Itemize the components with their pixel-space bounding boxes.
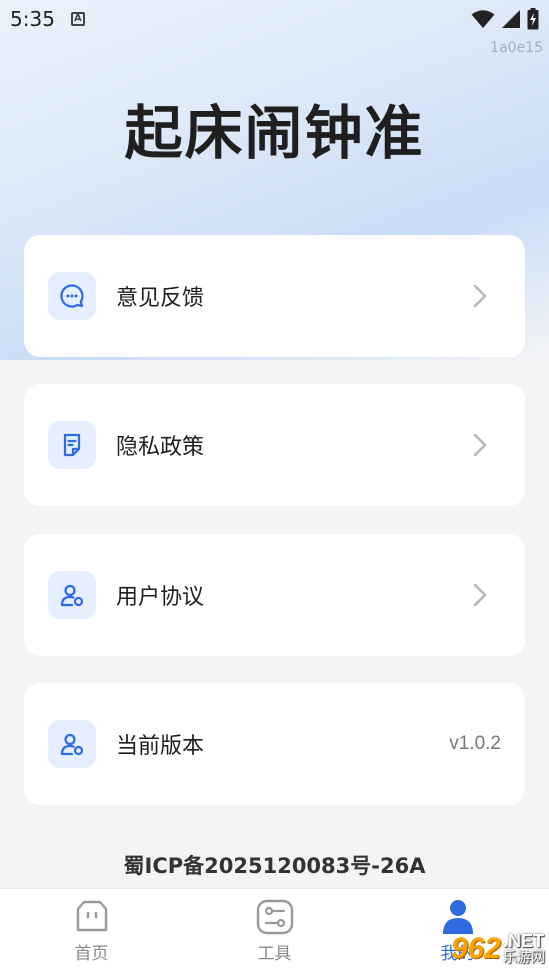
nav-label-home: 首页 (74, 944, 109, 964)
chevron-right-icon (473, 284, 487, 308)
chevron-right-icon (473, 433, 487, 457)
user-agreement-label: 用户协议 (116, 585, 205, 610)
version-value: v1.0.2 (449, 733, 501, 754)
nav-label-tools: 工具 (257, 944, 292, 964)
status-bar: 5:35 A (0, 0, 549, 38)
watermark-logo: 962 (450, 932, 501, 965)
watermark-cn: 乐游网 (503, 950, 545, 966)
privacy-policy-label: 隐私政策 (116, 435, 205, 460)
current-version-label: 当前版本 (116, 734, 205, 759)
user-agreement-menu-item[interactable]: 用户协议 (24, 534, 525, 656)
signal-icon (502, 10, 520, 28)
current-version-menu-item[interactable]: 当前版本 v1.0.2 (24, 683, 525, 805)
chevron-right-icon (473, 583, 487, 607)
battery-charging-icon (527, 8, 539, 30)
status-icons (471, 8, 539, 30)
user-version-icon (48, 720, 96, 768)
icp-license-text: 蜀ICP备2025120083号-26A (123, 854, 426, 878)
feedback-menu-item[interactable]: 意见反馈 (24, 235, 525, 357)
nav-item-tools[interactable]: 工具 (183, 889, 366, 976)
watermark-net: .NET (503, 931, 545, 951)
notification-badge-icon: A (70, 12, 85, 26)
home-face-icon (76, 900, 107, 932)
watermark-text: .NET 乐游网 (503, 932, 545, 966)
site-watermark: 962 .NET 乐游网 (395, 926, 545, 972)
feedback-label: 意见反馈 (116, 286, 205, 311)
build-id-label: 1a0e15 (490, 40, 543, 56)
privacy-policy-menu-item[interactable]: 隐私政策 (24, 384, 525, 506)
feedback-chat-icon (48, 272, 96, 320)
nav-item-home[interactable]: 首页 (0, 889, 183, 976)
app-title: 起床闹钟准 (124, 99, 425, 167)
status-time: 5:35 (10, 7, 55, 31)
tools-toggle-icon (256, 899, 293, 935)
privacy-document-icon (48, 421, 96, 469)
wifi-icon (471, 10, 495, 28)
user-agreement-icon (48, 571, 96, 619)
